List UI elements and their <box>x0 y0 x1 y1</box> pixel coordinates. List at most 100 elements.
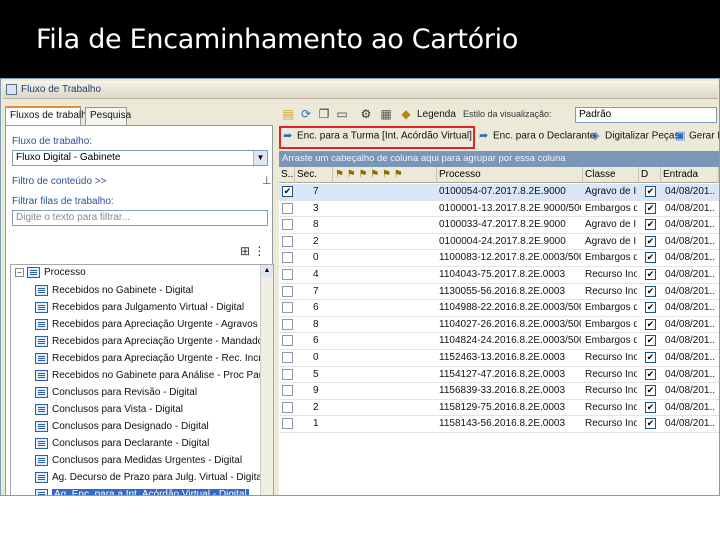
tree-item[interactable]: Recebidos no Gabinete para Análise - Pro… <box>35 370 273 386</box>
col-header-s[interactable]: S.. <box>279 167 295 183</box>
row-checkbox[interactable]: ✔ <box>282 186 293 197</box>
row-checkbox[interactable] <box>282 401 293 413</box>
row-d-checkbox[interactable]: ✔ <box>645 186 656 197</box>
tab-fluxos-de-trabalho[interactable]: Fluxos de trabalho <box>5 106 92 126</box>
cell-entrada: 04/08/201.. <box>665 252 716 264</box>
table-row[interactable]: 7 1130055-56.2016.8.2E.0003 Recurso Ino...… <box>279 284 719 301</box>
row-checkbox[interactable] <box>282 235 293 247</box>
cell-entrada: 04/08/201.. <box>665 385 716 397</box>
row-d-checkbox[interactable]: ✔ <box>645 235 656 247</box>
table-row[interactable]: 0 1152463-13.2016.8.2E.0003 Recurso Ino...… <box>279 350 719 367</box>
row-d-checkbox[interactable]: ✔ <box>645 401 656 413</box>
collapse-icon[interactable]: − <box>15 268 24 277</box>
tab-pesquisa[interactable]: Pesquisa <box>85 107 131 125</box>
col-header-d[interactable]: D <box>639 167 661 183</box>
table-row[interactable]: 0 1100083-12.2017.8.2E.0003/5000 Embargos … <box>279 250 719 267</box>
refresh-icon[interactable]: ⟳ <box>299 107 313 121</box>
estilo-select[interactable]: Padrão <box>575 107 717 123</box>
row-d-checkbox[interactable]: ✔ <box>645 252 656 264</box>
table-row[interactable]: 1 1158143-56.2016.8.2E.0003 Recurso Ino...… <box>279 416 719 433</box>
pin-icon[interactable]: ⊥ <box>262 174 272 187</box>
filtrar-filas-input[interactable]: Digite o texto para filtrar... <box>12 210 268 226</box>
row-checkbox[interactable] <box>282 302 293 314</box>
tree-item[interactable]: Recebidos no Gabinete - Digital <box>35 285 193 301</box>
gerar-button[interactable]: ▣Gerar D <box>675 130 719 142</box>
table-row[interactable]: 8 0100033-47.2017.8.2E.9000 Agravo de I...… <box>279 217 719 234</box>
tree-item[interactable]: Ag. Decurso de Prazo para Julg. Virtual … <box>35 472 264 488</box>
table-row[interactable]: 8 1104027-26.2016.8.2E.0003/50000 Embargos… <box>279 317 719 334</box>
table-row[interactable]: ✔ 7 0100054-07.2017.8.2E.9000 Agravo de I..… <box>279 184 719 201</box>
filtro-conteudo-link[interactable]: Filtro de conteúdo >> <box>12 176 107 187</box>
row-d-checkbox[interactable]: ✔ <box>645 202 656 214</box>
hierarchy-icon[interactable]: ⊞ <box>240 244 250 258</box>
tree-scrollbar[interactable]: ▲ <box>260 265 273 495</box>
row-d-checkbox[interactable]: ✔ <box>645 219 656 231</box>
table-row[interactable]: 5 1154127-47.2016.8.2E.0003 Recurso Ino...… <box>279 367 719 384</box>
row-d-checkbox[interactable]: ✔ <box>645 318 656 330</box>
folder-open-icon[interactable]: ▤ <box>281 107 295 121</box>
col-header-processo[interactable]: Processo <box>437 167 583 183</box>
row-checkbox[interactable] <box>282 269 293 280</box>
tree-item[interactable]: Conclusos para Declarante - Digital <box>35 438 209 454</box>
tree-root[interactable]: − Processo <box>15 267 86 283</box>
queue-icon <box>35 319 48 330</box>
row-d-checkbox[interactable]: ✔ <box>645 302 656 314</box>
legenda-menu[interactable]: Legenda <box>417 109 456 120</box>
cell-classe: Recurso Ino... <box>585 401 637 413</box>
row-checkbox[interactable] <box>282 385 293 397</box>
cell-sec: 2 <box>313 401 319 413</box>
row-d-checkbox[interactable]: ✔ <box>645 335 656 347</box>
scroll-up-icon[interactable]: ▲ <box>261 265 273 277</box>
row-d-checkbox[interactable]: ✔ <box>645 269 656 280</box>
row-checkbox[interactable] <box>282 202 293 214</box>
filter-icon[interactable]: ▦ <box>379 107 393 121</box>
row-checkbox[interactable] <box>282 252 293 264</box>
row-checkbox[interactable] <box>282 335 293 347</box>
window-titlebar: Fluxo de Trabalho <box>3 81 718 99</box>
cell-sec: 7 <box>313 186 319 197</box>
table-row[interactable]: 4 1104043-75.2017.8.2E.0003 Recurso Ino...… <box>279 267 719 284</box>
col-header-sec[interactable]: Sec. <box>295 167 333 183</box>
copy-icon[interactable]: ❐ <box>317 107 331 121</box>
tree-item[interactable]: Recebidos para Julgamento Virtual - Digi… <box>35 302 244 318</box>
col-header-entrada[interactable]: Entrada <box>661 167 719 183</box>
cell-classe: Recurso Ino... <box>585 269 637 280</box>
row-checkbox[interactable] <box>282 318 293 330</box>
fluxo-select[interactable]: Fluxo Digital - Gabinete ▼ <box>12 150 268 166</box>
group-by-band[interactable]: Arraste um cabeçalho de coluna aqui para… <box>279 151 719 167</box>
enc-declarante-button[interactable]: ➦ Enc. para o Declarante <box>479 130 595 142</box>
window-icon[interactable]: ▭ <box>335 107 349 121</box>
row-d-checkbox[interactable]: ✔ <box>645 352 656 363</box>
table-row[interactable]: 9 1156839-33.2016.8.2E.0003 Recurso Ino...… <box>279 383 719 400</box>
digitalizar-button[interactable]: ◈ Digitalizar Peças <box>591 130 679 142</box>
row-d-checkbox[interactable]: ✔ <box>645 418 656 430</box>
tree-item[interactable]: Ag. Enc. para a Int. Acórdão Virtual - D… <box>35 489 249 495</box>
tree-item[interactable]: Conclusos para Revisão - Digital <box>35 387 197 403</box>
table-row[interactable]: 2 1158129-75.2016.8.2E.0003 Recurso Ino...… <box>279 400 719 417</box>
tree-item[interactable]: Recebidos para Apreciação Urgente - Rec.… <box>35 353 273 369</box>
table-row[interactable]: 2 0100004-24.2017.8.2E.9000 Agravo de I...… <box>279 234 719 251</box>
row-checkbox[interactable] <box>282 418 293 430</box>
tree-item[interactable]: Recebidos para Apreciação Urgente - Agra… <box>35 319 258 335</box>
fluxo-label: Fluxo de trabalho: <box>12 136 93 147</box>
table-row[interactable]: 6 1104824-24.2016.8.2E.0003/50000 Embargos… <box>279 333 719 350</box>
row-checkbox[interactable] <box>282 368 293 380</box>
row-d-checkbox[interactable]: ✔ <box>645 385 656 397</box>
tree-item-label: Recebidos para Apreciação Urgente - Agra… <box>52 319 258 331</box>
row-d-checkbox[interactable]: ✔ <box>645 368 656 380</box>
col-header-classe[interactable]: Classe <box>583 167 639 183</box>
list-view-icon[interactable]: ⋮ <box>253 244 265 258</box>
table-row[interactable]: 3 0100001-13.2017.8.2E.9000/50000 Embargos… <box>279 201 719 218</box>
row-checkbox[interactable] <box>282 352 293 363</box>
row-d-checkbox[interactable]: ✔ <box>645 285 656 297</box>
tree-item[interactable]: Recebidos para Apreciação Urgente - Mand… <box>35 336 268 352</box>
tree-item[interactable]: Conclusos para Vista - Digital <box>35 404 183 420</box>
tree-item[interactable]: Conclusos para Designado - Digital <box>35 421 209 437</box>
table-row[interactable]: 6 1104988-22.2016.8.2E.0003/50000 Embargos… <box>279 300 719 317</box>
row-checkbox[interactable] <box>282 285 293 297</box>
tool-icon[interactable]: ⚙ <box>359 107 373 121</box>
cell-entrada: 04/08/201.. <box>665 202 716 214</box>
row-checkbox[interactable] <box>282 219 293 231</box>
tree-item[interactable]: Conclusos para Medidas Urgentes - Digita… <box>35 455 242 471</box>
cell-classe: Embargos d... <box>585 252 637 264</box>
